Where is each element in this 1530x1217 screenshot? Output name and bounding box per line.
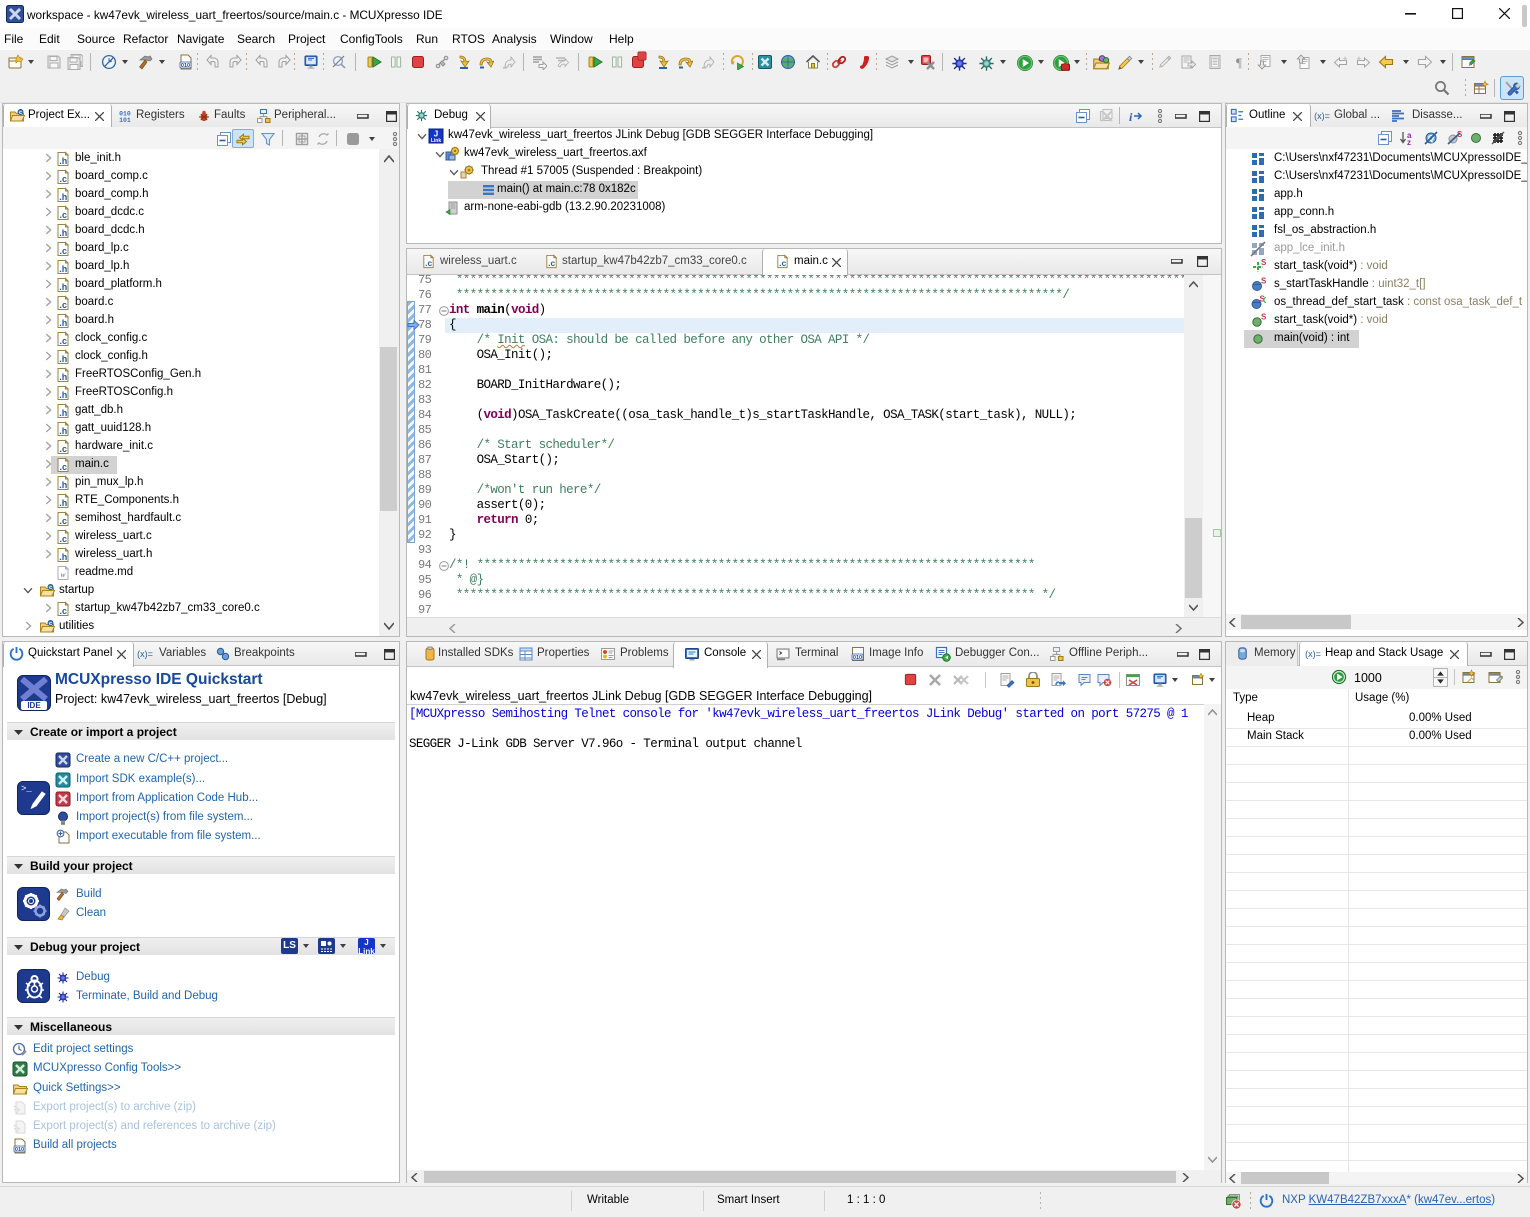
svg-text:z: z xyxy=(1407,138,1411,146)
svg-text:i: i xyxy=(1129,110,1133,124)
svg-text:S: S xyxy=(1261,313,1266,322)
svg-text:S: S xyxy=(1261,259,1266,267)
svg-text:C: C xyxy=(1263,296,1266,305)
svg-text:S: S xyxy=(1261,277,1266,286)
svg-text:010: 010 xyxy=(15,1147,24,1153)
